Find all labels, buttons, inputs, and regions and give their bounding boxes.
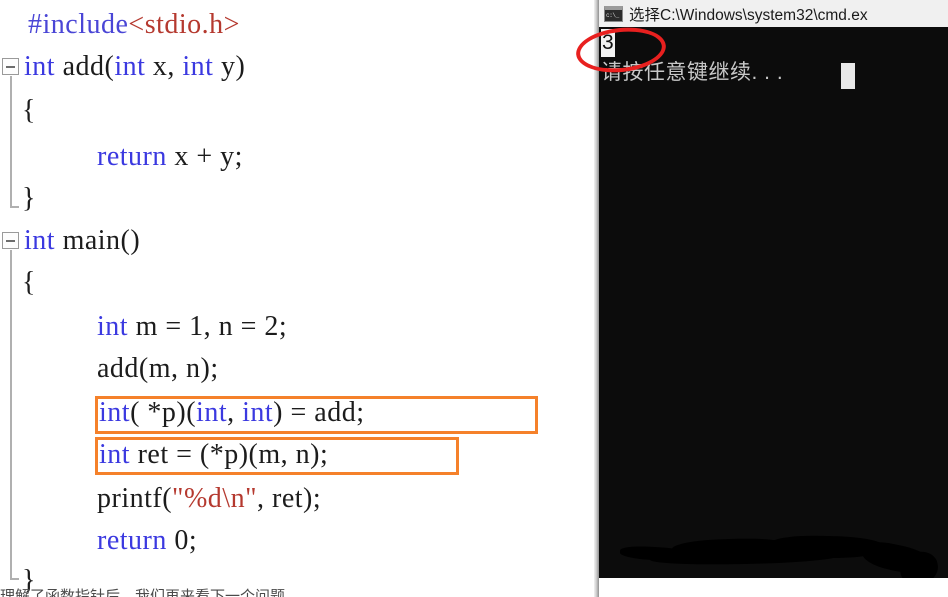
code-token: add(m, n); bbox=[97, 353, 219, 384]
code-token: int bbox=[24, 225, 56, 256]
console-title-text: 选择C:\Windows\system32\cmd.ex bbox=[629, 6, 868, 24]
console-titlebar[interactable]: 选择C:\Windows\system32\cmd.ex bbox=[599, 0, 948, 27]
line-add-signature[interactable]: int add(int x, int y) bbox=[24, 46, 245, 88]
code-token: int bbox=[114, 51, 146, 82]
code-token: return bbox=[97, 525, 167, 556]
code-token: { bbox=[22, 95, 36, 126]
code-token: , bbox=[227, 397, 243, 428]
code-token: ) = add; bbox=[273, 397, 365, 428]
line-printf[interactable]: printf("%d\n", ret); bbox=[97, 478, 321, 520]
code-token: int bbox=[99, 397, 131, 428]
line-add-open-brace[interactable]: { bbox=[22, 90, 36, 132]
code-token: } bbox=[22, 183, 36, 214]
console-output-value: 3 bbox=[601, 29, 615, 57]
code-token: y) bbox=[213, 51, 246, 82]
fold-toggle-add[interactable] bbox=[2, 58, 19, 75]
line-add-close-brace[interactable]: } bbox=[22, 178, 36, 220]
code-token: return bbox=[97, 141, 167, 172]
fold-guide-line-2 bbox=[9, 250, 20, 580]
screenshot-root: #include<stdio.h> int add(int x, int y){r… bbox=[0, 0, 948, 597]
code-token: int bbox=[182, 51, 214, 82]
console-output-area[interactable]: 3 请按任意键继续. . . CSDN @lxkeepcoding bbox=[599, 27, 948, 578]
console-press-any-key-text: 请按任意键继续. . . bbox=[601, 61, 784, 84]
code-editor-pane[interactable]: #include<stdio.h> int add(int x, int y){r… bbox=[0, 0, 595, 597]
code-token: #include bbox=[28, 9, 129, 40]
line-return-zero[interactable]: return 0; bbox=[97, 520, 197, 562]
line-call-add[interactable]: add(m, n); bbox=[97, 348, 219, 390]
code-token: add( bbox=[55, 51, 115, 82]
code-token: "%d\n" bbox=[172, 483, 257, 514]
code-token: x + y; bbox=[166, 141, 243, 172]
code-token: int bbox=[196, 397, 228, 428]
line-main-signature[interactable]: int main() bbox=[24, 220, 140, 262]
line-decl-mn[interactable]: int m = 1, n = 2; bbox=[97, 306, 287, 348]
line-func-pointer-decl[interactable]: int( *p)(int, int) = add; bbox=[99, 392, 365, 434]
code-token: <stdio.h> bbox=[128, 9, 240, 40]
cmd-console-window[interactable]: 选择C:\Windows\system32\cmd.ex 3 请按任意键继续. … bbox=[599, 0, 948, 578]
code-token: main() bbox=[55, 225, 141, 256]
console-block-cursor bbox=[841, 63, 855, 89]
code-token: , ret); bbox=[257, 483, 322, 514]
code-token: int bbox=[99, 439, 131, 470]
line-call-through-pointer[interactable]: int ret = (*p)(m, n); bbox=[99, 434, 328, 476]
code-token: m = 1, n = 2; bbox=[128, 311, 288, 342]
line-include[interactable]: #include<stdio.h> bbox=[28, 4, 240, 46]
code-token: { bbox=[22, 267, 36, 298]
fold-guide-line-1 bbox=[9, 76, 20, 208]
code-token: ret = (*p)(m, n); bbox=[130, 439, 329, 470]
bottom-caption-text: 理解了函数指针后，我们再来看下一个问题 bbox=[0, 588, 286, 597]
code-token: x, bbox=[145, 51, 183, 82]
code-token: int bbox=[97, 311, 129, 342]
code-token: 0; bbox=[166, 525, 198, 556]
code-token: int bbox=[24, 51, 56, 82]
code-token: ( *p)( bbox=[130, 397, 197, 428]
cmd-icon bbox=[604, 5, 623, 22]
code-token: int bbox=[242, 397, 274, 428]
line-add-return[interactable]: return x + y; bbox=[97, 136, 243, 178]
line-main-open-brace[interactable]: { bbox=[22, 262, 36, 304]
fold-toggle-main[interactable] bbox=[2, 232, 19, 249]
code-token: printf( bbox=[97, 483, 173, 514]
